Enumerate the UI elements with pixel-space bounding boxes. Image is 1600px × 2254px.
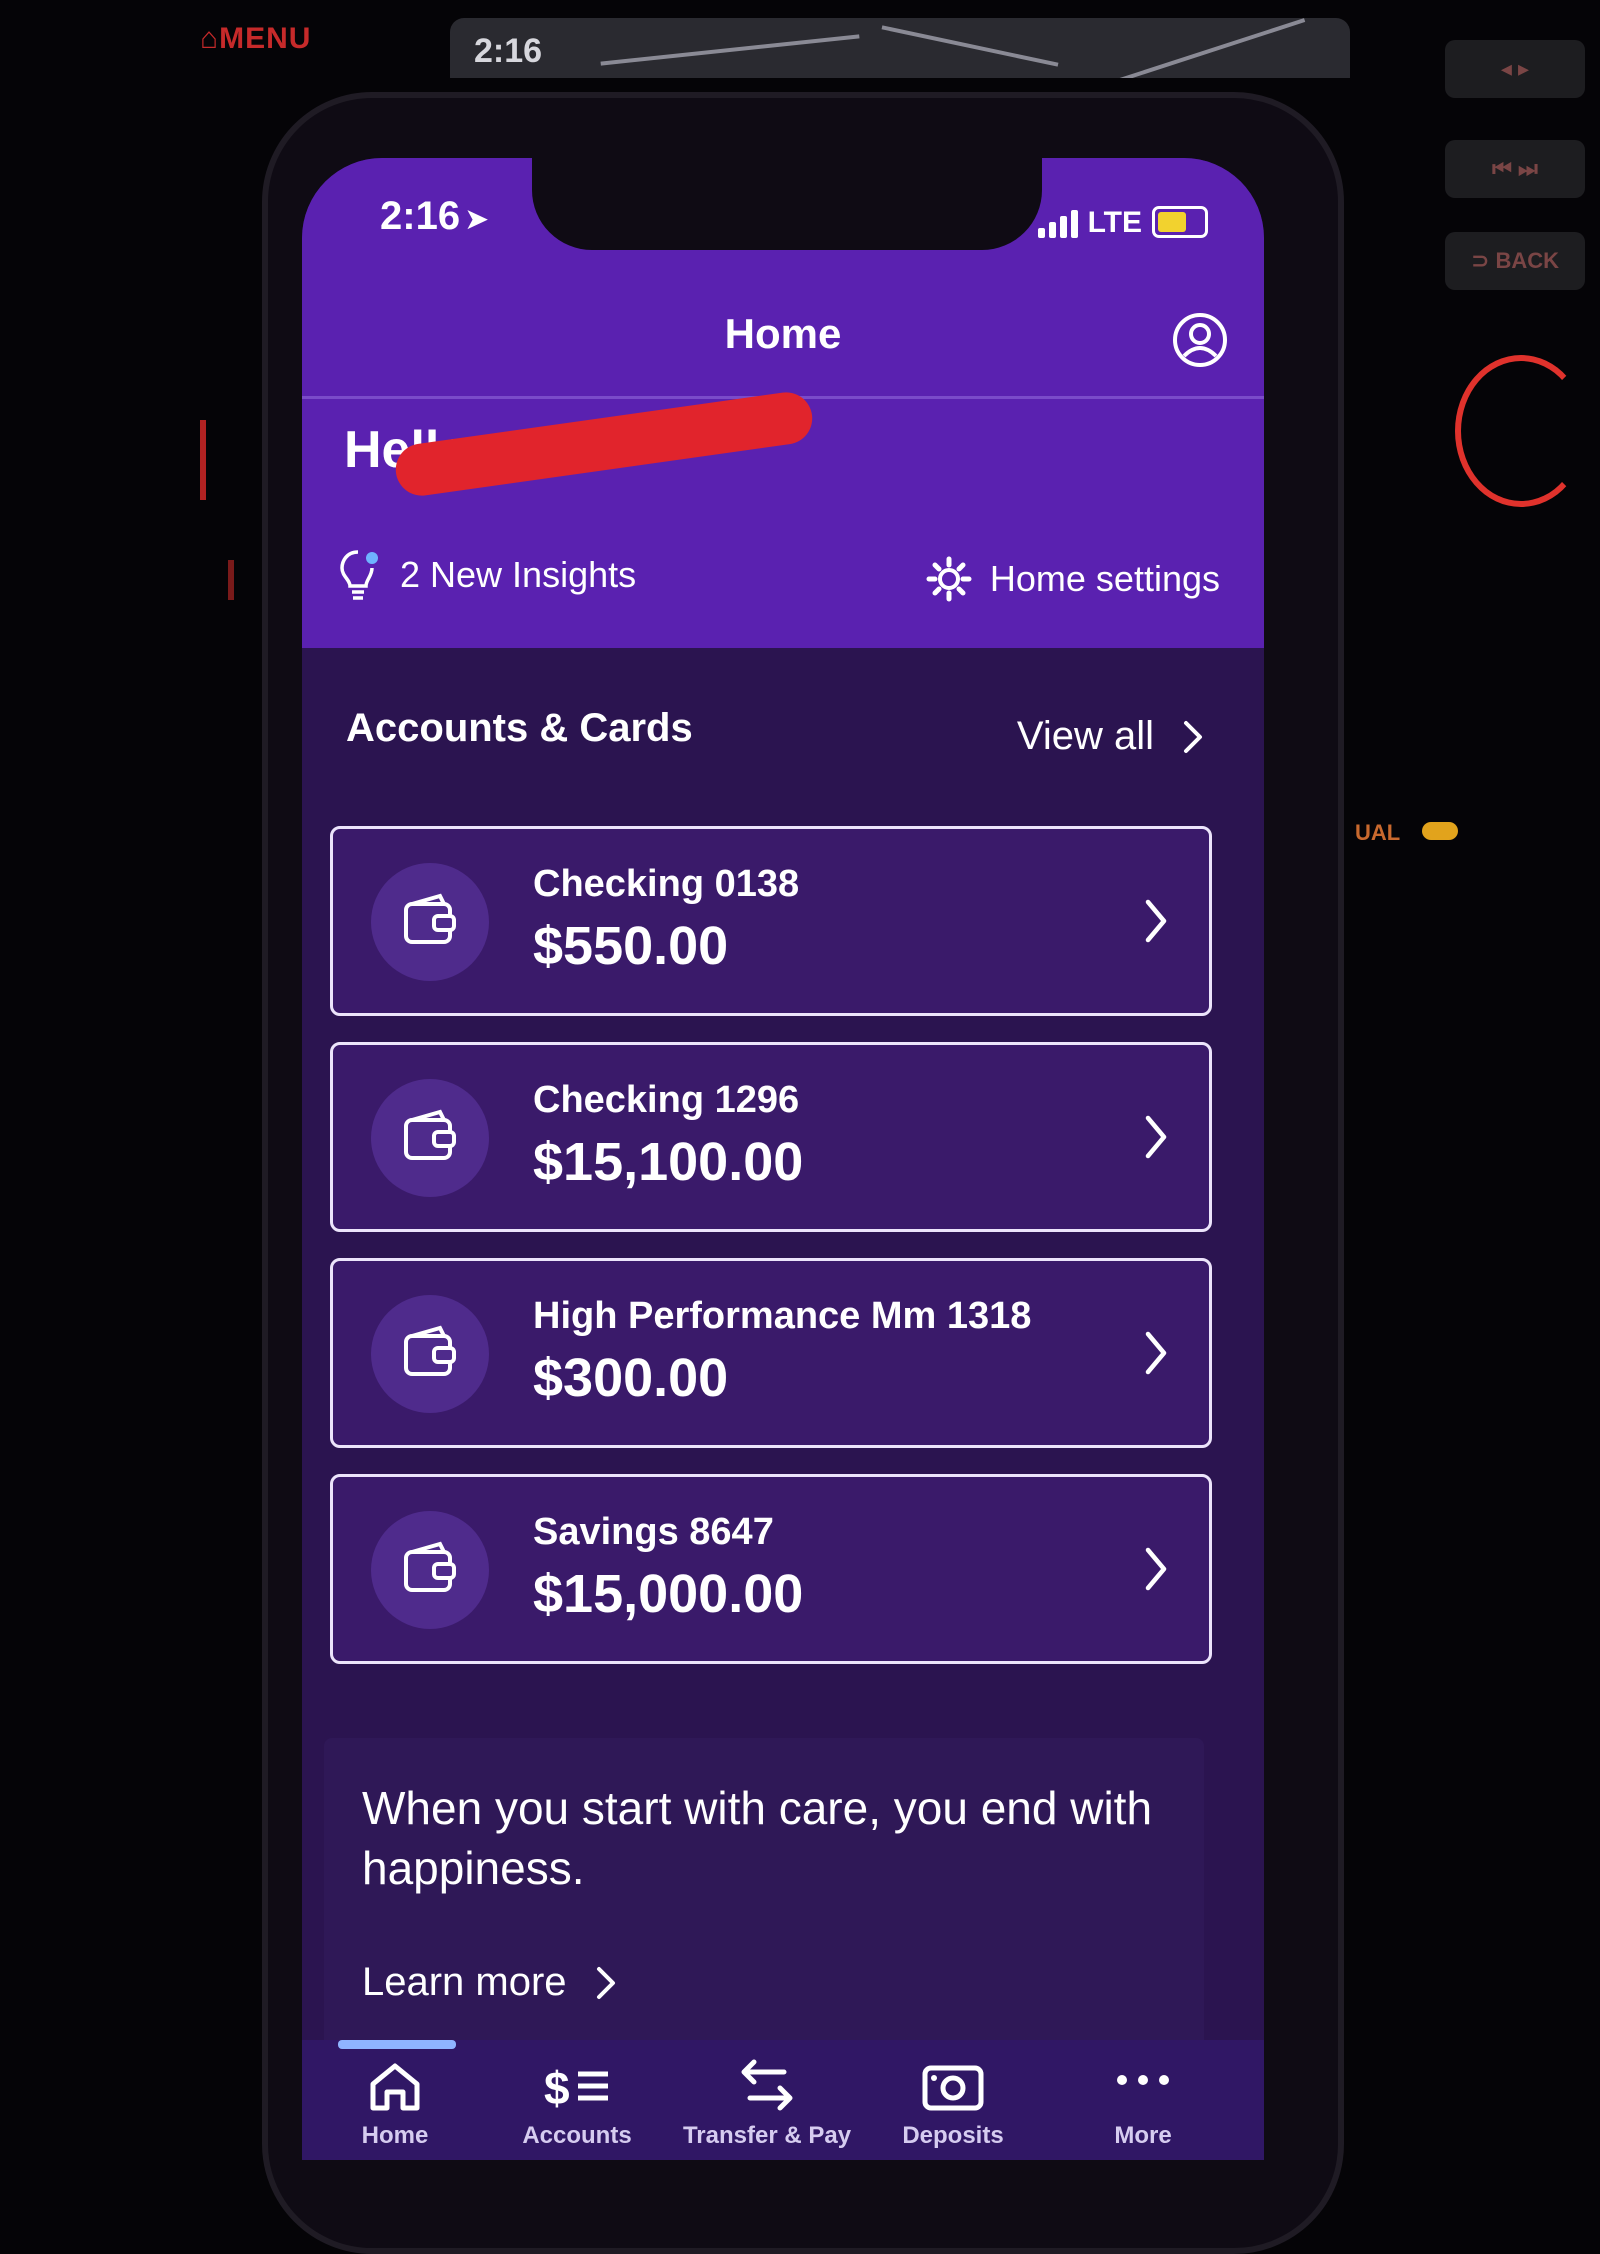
transfer-icon [741,2059,793,2111]
car-display: 2:16 [450,18,1350,78]
account-card[interactable]: High Performance Mm 1318 $300.00 [330,1258,1212,1448]
wallet-icon [404,1109,456,1160]
car-menu-label: ⌂MENU [200,22,312,55]
accounts-icon: $ [544,2062,608,2114]
network-label: LTE [1087,206,1142,239]
view-all-link[interactable]: View all [1017,714,1204,759]
home-settings-button[interactable]: Home settings [926,556,1220,602]
status-time-text: 2:16 [380,194,461,238]
page-title: Home [724,310,842,357]
car-display-time: 2:16 [474,32,543,70]
signal-icon [1037,210,1078,238]
tab-transfer-pay[interactable]: Transfer & Pay [672,2058,862,2150]
account-name: High Performance Mm 1318 [533,1295,1032,1337]
location-arrow-icon: ➤ [464,203,490,236]
car-button-back: ⊃ BACK [1445,232,1585,290]
learn-more-link[interactable]: Learn more [362,1960,617,2005]
account-card[interactable]: Savings 8647 $15,000.00 [330,1474,1212,1664]
account-balance: $300.00 [533,1348,729,1408]
wallet-icon [404,893,456,944]
home-icon [370,2063,420,2111]
status-indicators: LTE [1037,206,1208,239]
chevron-right-icon [1184,720,1202,753]
chevron-right-icon [596,1966,615,1999]
status-time: 2:16 ➤ [380,194,489,239]
view-all-label: View all [1016,714,1154,758]
account-balance: $15,100.00 [533,1132,804,1192]
tab-more[interactable]: More [1048,2058,1238,2150]
learn-more-label: Learn more [362,1960,567,2004]
car-knob [1455,355,1587,507]
insights-button[interactable]: 2 New Insights [338,548,636,602]
battery-icon [1152,206,1208,238]
tab-label: Transfer & Pay [682,2122,852,2149]
car-button-track: ⏮ ⏭ [1445,140,1585,198]
tab-label: Deposits [902,2122,1004,2149]
wallet-icon [404,1541,456,1592]
more-icon [1117,2075,1169,2085]
map-road [600,34,860,66]
car-dash-light [1422,822,1458,840]
account-card[interactable]: Checking 0138 $550.00 [330,826,1212,1016]
account-balance: $550.00 [533,916,729,976]
home-settings-label: Home settings [989,558,1220,599]
tab-accounts[interactable]: $ Accounts [482,2058,672,2150]
car-red-accent [228,560,234,600]
account-card[interactable]: Checking 1296 $15,100.00 [330,1042,1212,1232]
bottom-tab-bar: Home $ Accounts Transfer & Pay Deposits [302,2040,1264,2160]
account-name: Savings 8647 [533,1511,774,1553]
chevron-right-icon [1145,899,1167,943]
chevron-right-icon [1145,1547,1167,1591]
accounts-section-title: Accounts & Cards [346,706,693,750]
profile-icon[interactable] [1172,312,1228,368]
tab-label: Accounts [522,2122,632,2149]
account-name: Checking 0138 [533,863,800,905]
tab-home[interactable]: Home [302,2058,490,2150]
app-screen: 2:16➤ LTE Home Hello 2 New Insights [302,158,1264,2160]
gear-icon [926,556,972,602]
wallet-icon [404,1325,456,1376]
tab-deposits[interactable]: Deposits [858,2058,1048,2150]
tab-label: More [1114,2122,1172,2149]
promo-card: When you start with care, you end with h… [324,1738,1204,2058]
active-tab-indicator [338,2040,456,2049]
wallet-icon-badge [371,1295,489,1413]
chevron-right-icon [1145,1115,1167,1159]
tab-label: Home [361,2122,429,2149]
wallet-icon-badge [371,863,489,981]
car-red-accent [200,420,206,500]
account-name: Checking 1296 [533,1079,800,1121]
map-road [1094,18,1306,78]
phone-notch [532,158,1042,250]
wallet-icon-badge [371,1079,489,1197]
promo-text: When you start with care, you end with h… [362,1782,1153,1894]
car-button-volume: ◂ ▸ [1445,40,1585,98]
wallet-icon-badge [371,1511,489,1629]
account-balance: $15,000.00 [533,1564,804,1624]
map-road [881,25,1059,67]
car-dash-text: UAL [1355,820,1401,845]
camera-icon [922,2065,984,2111]
lightbulb-icon [340,550,378,600]
svg-text:$: $ [544,2062,570,2114]
chevron-right-icon [1145,1331,1167,1375]
insights-label: 2 New Insights [400,554,637,595]
